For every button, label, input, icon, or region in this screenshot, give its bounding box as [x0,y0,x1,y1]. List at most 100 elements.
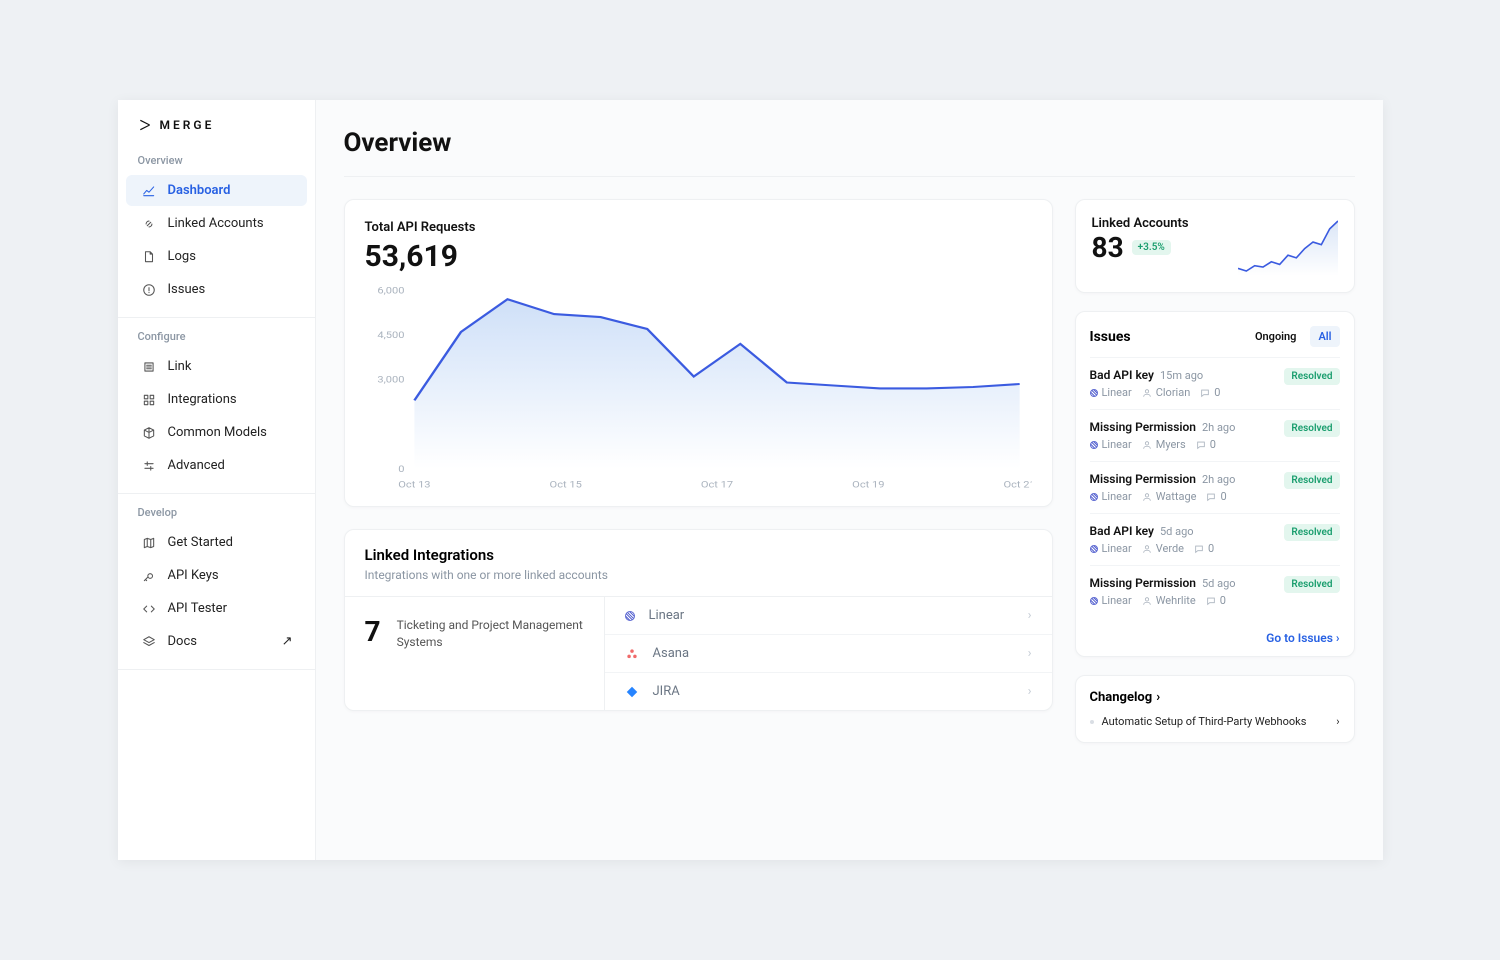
issues-title: Issues [1090,329,1131,345]
chart-total: 53,619 [345,235,1052,284]
nav-api-tester[interactable]: API Tester [126,593,307,624]
integration-count: 7 [365,615,381,648]
user-icon [1142,492,1152,502]
chevron-right-icon: › [1336,715,1339,728]
issue-time: 2h ago [1202,421,1235,434]
issue-title: Missing Permission [1090,576,1196,590]
alert-circle-icon [142,283,156,297]
asana-icon [625,647,639,661]
issue-item[interactable]: Missing Permission2h agoLinearMyers0Reso… [1090,409,1340,461]
issue-time: 5d ago [1160,525,1194,538]
comment-icon [1200,388,1210,398]
chart-area: 03,0004,5006,000Oct 13Oct 15Oct 17Oct 19… [345,284,1052,494]
nav-issues[interactable]: Issues [126,274,307,305]
integration-category: 7Ticketing and Project Management System… [345,597,605,710]
integration-name: Asana [653,646,690,661]
user-icon [1142,544,1152,554]
integration-linear[interactable]: Linear › [605,597,1052,635]
map-icon [142,536,156,550]
merge-logo-icon [138,118,152,132]
integration-name: Linear [649,608,685,623]
linked-integrations-subtitle: Integrations with one or more linked acc… [345,564,1052,596]
nav-link[interactable]: Link [126,351,307,382]
chevron-right-icon: › [1156,690,1160,705]
issue-item[interactable]: Bad API key5d agoLinearVerde0Resolved [1090,513,1340,565]
tab-ongoing[interactable]: Ongoing [1247,326,1304,347]
status-badge: Resolved [1284,524,1339,541]
section-label: Develop [118,494,315,525]
linear-icon [1090,389,1098,397]
go-to-issues-link[interactable]: Go to Issues › [1266,631,1339,645]
changelog-card: Changelog › Automatic Setup of Third-Par… [1075,675,1355,743]
nav-advanced[interactable]: Advanced [126,450,307,481]
nav-common-models[interactable]: Common Models [126,417,307,448]
chart-line-icon [142,184,156,198]
comment-icon [1206,596,1216,606]
chevron-right-icon: › [1028,684,1032,699]
svg-text:6,000: 6,000 [377,284,404,296]
linear-icon [1090,441,1098,449]
nav-dashboard[interactable]: Dashboard [126,175,307,206]
linear-icon [1090,545,1098,553]
status-badge: Resolved [1284,472,1339,489]
tab-all[interactable]: All [1310,326,1339,347]
issue-item[interactable]: Bad API key15m agoLinearClorian0Resolved [1090,357,1340,409]
issue-item[interactable]: Missing Permission5d agoLinearWehrlite0R… [1090,565,1340,617]
issue-time: 15m ago [1160,369,1203,382]
section-label: Overview [118,142,315,173]
issues-card: Issues Ongoing All Bad API key15m agoLin… [1075,311,1355,657]
file-icon [142,250,156,264]
linked-integrations-card: Linked Integrations Integrations with on… [344,529,1053,711]
svg-text:Oct 21: Oct 21 [1003,479,1032,491]
svg-text:0: 0 [398,463,404,475]
nav-label: Common Models [168,425,267,440]
list-icon [142,360,156,374]
chevron-right-icon: › [1028,646,1032,661]
nav-integrations[interactable]: Integrations [126,384,307,415]
app-window: MERGE Overview Dashboard Linked AccountsLo… [118,100,1383,860]
nav-api-keys[interactable]: API Keys [126,560,307,591]
nav-label: Docs [168,634,197,649]
jira-icon [625,685,639,699]
nav-get-started[interactable]: Get Started [126,527,307,558]
status-badge: Resolved [1284,368,1339,385]
issue-title: Bad API key [1090,368,1155,382]
comment-icon [1194,544,1204,554]
issue-title: Missing Permission [1090,420,1196,434]
status-badge: Resolved [1284,420,1339,437]
issues-filter-tabs: Ongoing All [1247,326,1340,347]
brand-logo: MERGE [118,100,315,142]
main-content: Overview Total API Requests 53,619 03,00… [316,100,1383,860]
nav-label: Integrations [168,392,237,407]
chevron-right-icon: › [1028,608,1032,623]
svg-text:Oct 17: Oct 17 [700,479,733,491]
linear-icon [625,611,635,621]
chevron-right-icon: › [1336,631,1340,645]
issue-title: Bad API key [1090,524,1155,538]
nav-logs[interactable]: Logs [126,241,307,272]
nav-label: API Keys [168,568,219,583]
linked-accounts-delta: +3.5% [1132,240,1171,255]
nav-docs[interactable]: Docs ↗ [126,626,307,657]
integration-asana[interactable]: Asana › [605,635,1052,673]
svg-text:3,000: 3,000 [377,374,404,386]
sparkline [1238,216,1338,276]
nav-label: Get Started [168,535,233,550]
external-link-icon: ↗ [282,634,293,649]
cube-icon [142,426,156,440]
changelog-item[interactable]: Automatic Setup of Third-Party Webhooks› [1090,715,1340,728]
code-icon [142,602,156,616]
linked-accounts-card: Linked Accounts 83 +3.5% [1075,199,1355,293]
page-title: Overview [344,128,1355,177]
linked-accounts-value: 83 [1092,231,1124,264]
integration-jira[interactable]: JIRA› [605,673,1052,710]
changelog-title[interactable]: Changelog › [1090,690,1340,705]
grid-icon [142,393,156,407]
issue-item[interactable]: Missing Permission2h agoLinearWattage0Re… [1090,461,1340,513]
comment-icon [1206,492,1216,502]
nav-linked-accounts[interactable]: Linked Accounts [126,208,307,239]
nav-label: Advanced [168,458,225,473]
nav-label: Dashboard [168,183,231,198]
svg-text:Oct 13: Oct 13 [398,479,431,491]
link-icon [142,217,156,231]
